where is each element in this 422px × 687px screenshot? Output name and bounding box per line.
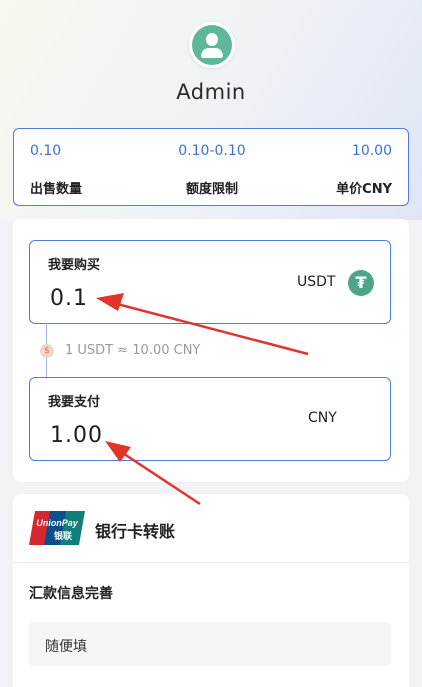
tether-icon: ₮ [348,270,374,296]
merchant-name: Admin [176,80,246,104]
payment-method-card[interactable]: UnionPay 银联 银行卡转账 汇款信息完善 随便填 [13,494,409,687]
unit-price-label: 单价CNY [336,182,392,197]
unionpay-logo-icon: UnionPay 银联 [29,511,85,545]
pay-amount-field[interactable]: 我要支付 1.00 CNY [29,377,391,461]
trade-stats-panel: 0.10 0.10-0.10 10.00 出售数量 额度限制 单价CNY [13,128,409,206]
buy-unit: USDT [297,274,336,290]
pay-amount-input[interactable]: 1.00 [50,423,103,448]
buy-amount-label: 我要购买 [48,258,101,273]
divider [13,562,409,563]
user-icon [192,25,232,65]
svg-text:银联: 银联 [54,530,73,542]
limit-value: 0.10-0.10 [178,143,246,159]
exchange-rate: 1 USDT ≈ 10.00 CNY [65,343,201,358]
bank-transfer-label: 银行卡转账 [95,522,176,541]
svg-text:UnionPay: UnionPay [36,518,79,528]
pay-amount-label: 我要支付 [48,395,101,410]
avatar [189,22,235,68]
exchange-coin-icon: $ [40,344,54,358]
order-card: 我要购买 0.1 USDT ₮ $ 1 USDT ≈ 10.00 CNY 我要支… [13,219,409,482]
pay-unit: CNY [308,410,337,426]
buy-amount-input[interactable]: 0.1 [50,286,88,311]
unit-price-value: 10.00 [351,143,392,159]
remittance-info-value: 随便填 [45,639,87,655]
remittance-info-title: 汇款信息完善 [29,586,113,602]
buy-amount-field[interactable]: 我要购买 0.1 USDT ₮ [29,240,391,324]
remittance-info-field[interactable]: 随便填 [29,622,391,666]
